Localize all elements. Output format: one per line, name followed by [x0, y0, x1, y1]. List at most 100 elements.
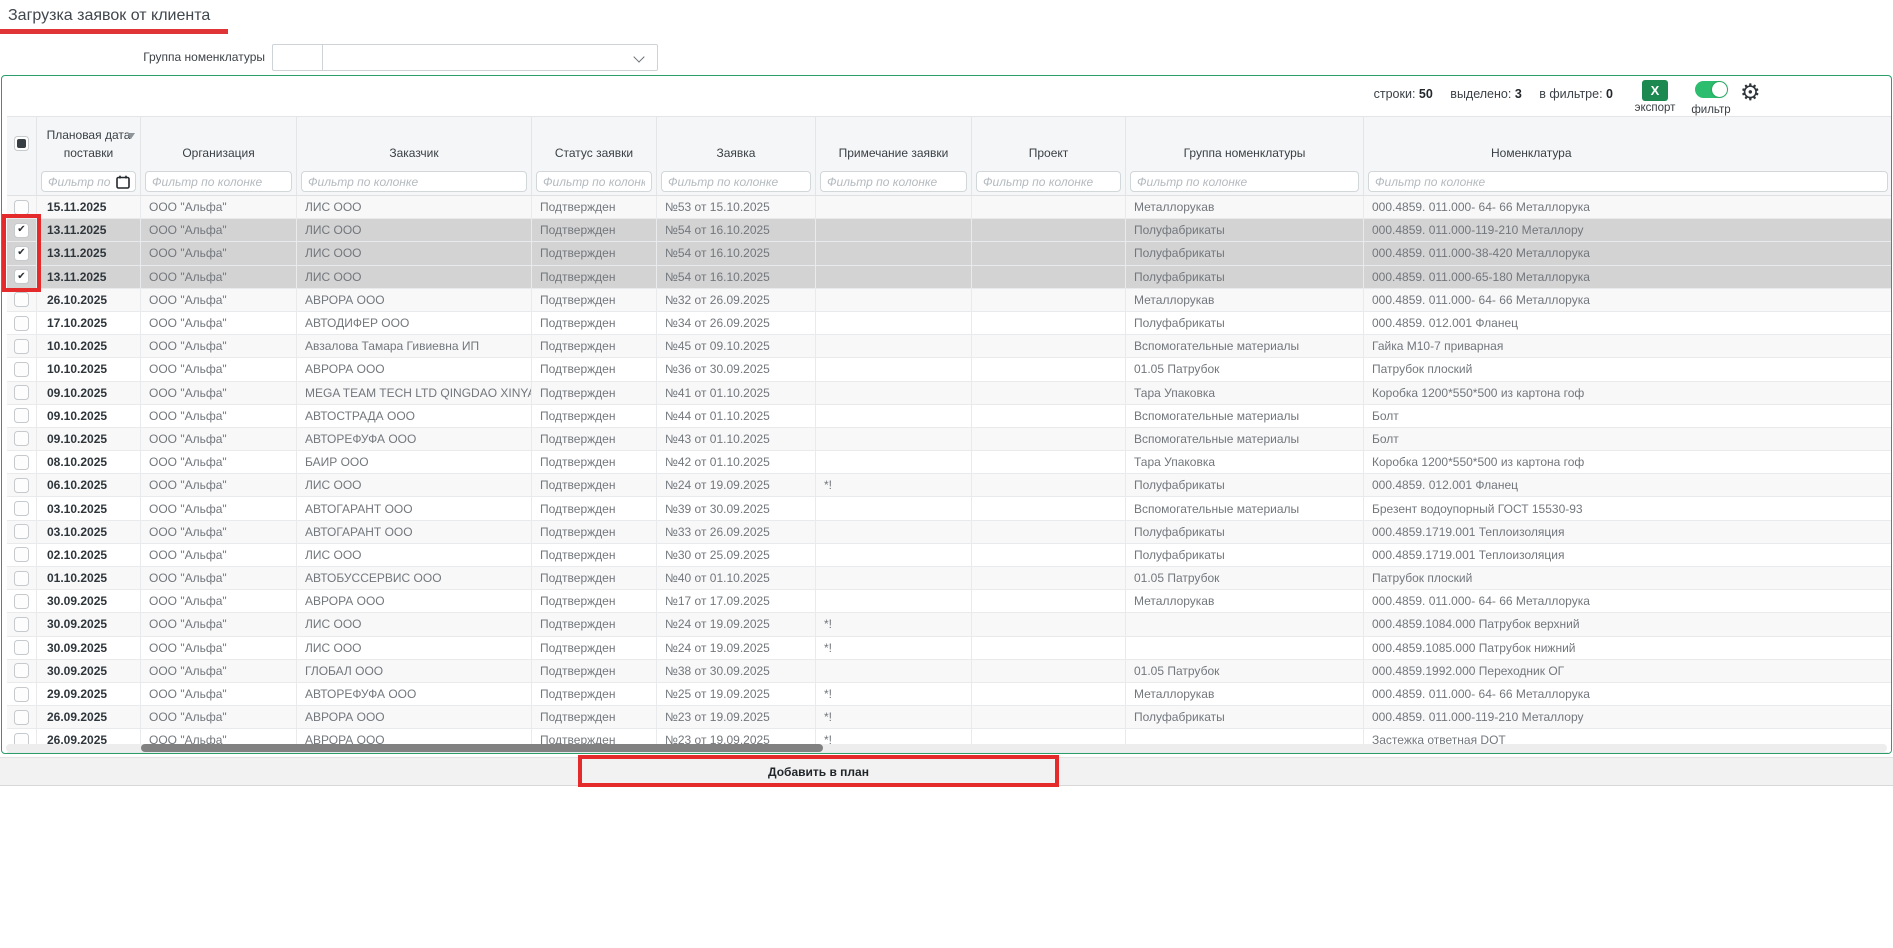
- row-checkbox[interactable]: [14, 571, 29, 586]
- row-checkbox[interactable]: [14, 478, 29, 493]
- table-row[interactable]: 09.10.2025 ООО "Альфа" АВТОСТРАДА ООО По…: [7, 405, 1892, 428]
- table-row[interactable]: 06.10.2025 ООО "Альфа" ЛИС ООО Подтвержд…: [7, 474, 1892, 497]
- filter-toggle-wrap[interactable]: фильтр: [1686, 81, 1736, 116]
- table-row[interactable]: 02.10.2025 ООО "Альфа" ЛИС ООО Подтвержд…: [7, 544, 1892, 567]
- column-header-group[interactable]: Группа номенклатуры: [1126, 117, 1364, 169]
- excel-export-icon[interactable]: X: [1642, 80, 1668, 101]
- filter-toggle[interactable]: [1695, 81, 1728, 98]
- column-header-project[interactable]: Проект: [972, 117, 1126, 169]
- table-row[interactable]: 13.11.2025 ООО "Альфа" ЛИС ООО Подтвержд…: [7, 266, 1892, 289]
- settings-gear-icon[interactable]: ⚙: [1740, 79, 1761, 105]
- calendar-icon[interactable]: [116, 175, 130, 189]
- scrollbar-thumb[interactable]: [141, 744, 823, 752]
- table-row[interactable]: 30.09.2025 ООО "Альфа" ГЛОБАЛ ООО Подтве…: [7, 660, 1892, 683]
- filter-input-group[interactable]: [1131, 172, 1358, 191]
- row-checkbox[interactable]: [14, 339, 29, 354]
- row-checkbox[interactable]: [14, 316, 29, 331]
- column-header-org[interactable]: Организация: [141, 117, 297, 169]
- filter-input-order[interactable]: [662, 172, 810, 191]
- column-header-customer[interactable]: Заказчик: [297, 117, 532, 169]
- table-row[interactable]: 26.09.2025 ООО "Альфа" АВРОРА ООО Подтве…: [7, 706, 1892, 729]
- filter-input-project[interactable]: [977, 172, 1120, 191]
- cell-project: [972, 660, 1126, 682]
- cell-org: ООО "Альфа": [141, 613, 297, 635]
- row-checkbox[interactable]: [14, 524, 29, 539]
- cell-group: Металлорукав: [1126, 289, 1364, 311]
- column-header-select-all[interactable]: [7, 117, 37, 169]
- cell-note: [816, 196, 972, 218]
- column-header-status[interactable]: Статус заявки: [532, 117, 657, 169]
- table-row[interactable]: 03.10.2025 ООО "Альфа" АВТОГАРАНТ ООО По…: [7, 521, 1892, 544]
- horizontal-scrollbar[interactable]: [6, 744, 1887, 752]
- cell-date: 10.10.2025: [37, 335, 141, 357]
- table-row[interactable]: 09.10.2025 ООО "Альфа" MEGA TEAM TECH LT…: [7, 382, 1892, 405]
- column-header-item[interactable]: Номенклатура: [1364, 117, 1892, 169]
- row-checkbox[interactable]: [14, 385, 29, 400]
- table-row[interactable]: 13.11.2025 ООО "Альфа" ЛИС ООО Подтвержд…: [7, 242, 1892, 265]
- filter-input-date[interactable]: [42, 172, 116, 191]
- table-counts: строки: 50 выделено: 3 в фильтре: 0: [1374, 87, 1613, 101]
- filter-input-customer[interactable]: [302, 172, 526, 191]
- filter-input-status[interactable]: [537, 172, 651, 191]
- row-checkbox[interactable]: [14, 663, 29, 678]
- filter-input-org[interactable]: [146, 172, 291, 191]
- table-row[interactable]: 10.10.2025 ООО "Альфа" Авзалова Тамара Г…: [7, 335, 1892, 358]
- row-checkbox[interactable]: [14, 640, 29, 655]
- table-row[interactable]: 01.10.2025 ООО "Альфа" АВТОБУССЕРВИС ООО…: [7, 567, 1892, 590]
- table-row[interactable]: 09.10.2025 ООО "Альфа" АВТОРЕФУФА ООО По…: [7, 428, 1892, 451]
- cell-org: ООО "Альфа": [141, 358, 297, 380]
- row-checkbox[interactable]: [14, 594, 29, 609]
- row-checkbox[interactable]: [14, 501, 29, 516]
- cell-date: 03.10.2025: [37, 521, 141, 543]
- cell-status: Подтвержден: [532, 706, 657, 728]
- table-row[interactable]: 15.11.2025 ООО "Альфа" ЛИС ООО Подтвержд…: [7, 196, 1892, 219]
- group-filter-select[interactable]: [272, 44, 658, 71]
- cell-project: [972, 289, 1126, 311]
- row-checkbox[interactable]: [14, 292, 29, 307]
- filter-input-note[interactable]: [821, 172, 966, 191]
- column-header-order[interactable]: Заявка: [657, 117, 816, 169]
- cell-note: [816, 567, 972, 589]
- cell-status: Подтвержден: [532, 358, 657, 380]
- row-checkbox[interactable]: [14, 455, 29, 470]
- table-row[interactable]: 03.10.2025 ООО "Альфа" АВТОГАРАНТ ООО По…: [7, 497, 1892, 520]
- cell-customer: АВРОРА ООО: [297, 706, 532, 728]
- table-row[interactable]: 29.09.2025 ООО "Альфа" АВТОРЕФУФА ООО По…: [7, 683, 1892, 706]
- row-checkbox[interactable]: [14, 408, 29, 423]
- table-row[interactable]: 08.10.2025 ООО "Альфа" БАИР ООО Подтверж…: [7, 451, 1892, 474]
- row-checkbox[interactable]: [14, 362, 29, 377]
- cell-group: Металлорукав: [1126, 590, 1364, 612]
- filter-input-item[interactable]: [1369, 172, 1887, 191]
- cell-date: 13.11.2025: [37, 266, 141, 288]
- table-row[interactable]: 26.10.2025 ООО "Альфа" АВРОРА ООО Подтве…: [7, 289, 1892, 312]
- cell-order: №25 от 19.09.2025: [657, 683, 816, 705]
- sort-desc-icon[interactable]: [127, 133, 135, 139]
- cell-item: 000.4859.1084.000 Патрубок верхний: [1364, 613, 1892, 635]
- export-button[interactable]: X экспорт: [1624, 80, 1686, 114]
- table-row[interactable]: 13.11.2025 ООО "Альфа" ЛИС ООО Подтвержд…: [7, 219, 1892, 242]
- table-row[interactable]: 17.10.2025 ООО "Альфа" АВТОДИФЕР ООО Под…: [7, 312, 1892, 335]
- cell-org: ООО "Альфа": [141, 521, 297, 543]
- row-checkbox[interactable]: [14, 547, 29, 562]
- column-header-note[interactable]: Примечание заявки: [816, 117, 972, 169]
- select-all-checkbox[interactable]: [14, 136, 29, 151]
- table-row[interactable]: 30.09.2025 ООО "Альфа" ЛИС ООО Подтвержд…: [7, 637, 1892, 660]
- row-checkbox[interactable]: [14, 687, 29, 702]
- row-checkbox[interactable]: [14, 431, 29, 446]
- column-header-date[interactable]: Плановая дата поставки: [37, 117, 141, 169]
- cell-org: ООО "Альфа": [141, 567, 297, 589]
- cell-note: *!: [816, 637, 972, 659]
- cell-date: 30.09.2025: [37, 637, 141, 659]
- row-checkbox[interactable]: [14, 617, 29, 632]
- cell-customer: АВТОГАРАНТ ООО: [297, 497, 532, 519]
- cell-status: Подтвержден: [532, 242, 657, 264]
- row-checkbox[interactable]: [14, 710, 29, 725]
- cell-org: ООО "Альфа": [141, 405, 297, 427]
- table-row[interactable]: 30.09.2025 ООО "Альфа" ЛИС ООО Подтвержд…: [7, 613, 1892, 636]
- table-row[interactable]: 10.10.2025 ООО "Альфа" АВРОРА ООО Подтве…: [7, 358, 1892, 381]
- table-row[interactable]: 30.09.2025 ООО "Альфа" АВРОРА ООО Подтве…: [7, 590, 1892, 613]
- cell-group: 01.05 Патрубок: [1126, 358, 1364, 380]
- cell-group: Полуфабрикаты: [1126, 521, 1364, 543]
- row-checkbox[interactable]: [14, 200, 29, 215]
- cell-order: №54 от 16.10.2025: [657, 266, 816, 288]
